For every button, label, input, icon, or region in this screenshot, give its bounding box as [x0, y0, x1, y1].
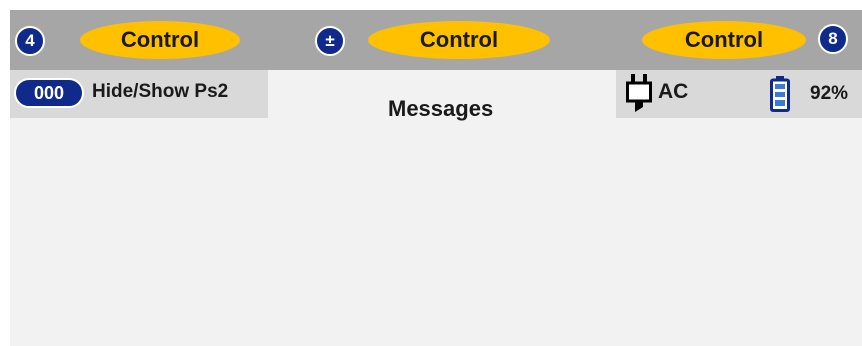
- control-button-left[interactable]: Control: [80, 21, 240, 59]
- device-screen: 4 Control ± Control Control 8 000 Hide/S…: [10, 10, 862, 346]
- button-8[interactable]: 8: [818, 24, 848, 54]
- power-status-panel: AC 92%: [616, 70, 862, 118]
- button-4[interactable]: 4: [15, 26, 45, 56]
- control-button-right[interactable]: Control: [642, 21, 806, 59]
- battery-icon: [770, 76, 790, 112]
- battery-level-label: 92%: [810, 83, 849, 104]
- top-control-bar: 4 Control ± Control Control 8: [10, 10, 862, 70]
- control-button-center[interactable]: Control: [368, 21, 550, 59]
- ps2-toggle-panel: 000 Hide/Show Ps2: [10, 70, 268, 118]
- messages-title: Messages: [388, 96, 494, 121]
- power-source-label: AC: [658, 80, 689, 103]
- ps2-badge[interactable]: 000: [14, 78, 84, 108]
- plug-icon: [626, 74, 652, 112]
- hide-show-ps2-label[interactable]: Hide/Show Ps2: [92, 81, 228, 103]
- plus-minus-button[interactable]: ±: [315, 26, 345, 56]
